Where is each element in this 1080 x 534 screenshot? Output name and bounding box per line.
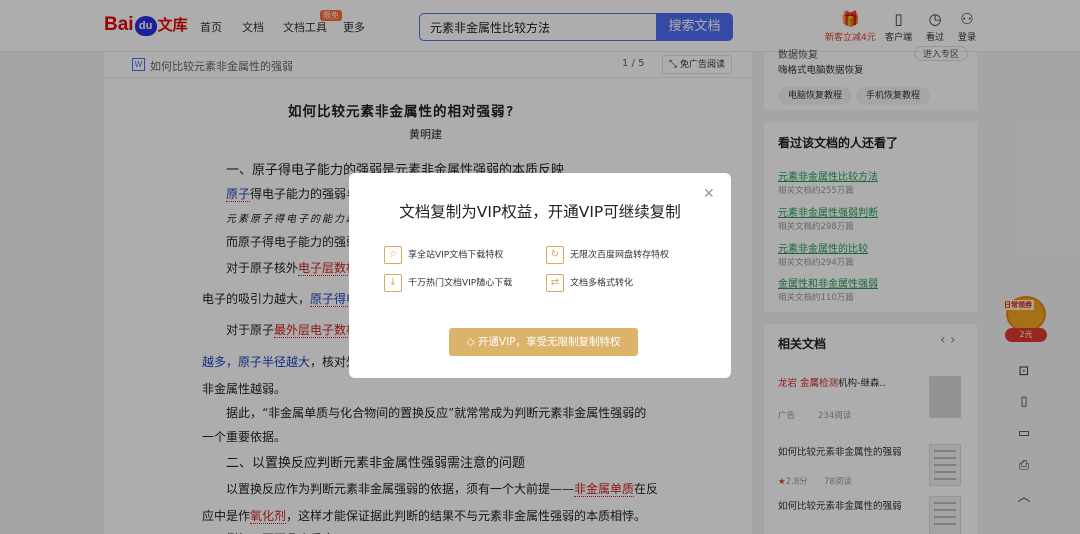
open-vip-button[interactable]: ◇ 开通VIP，享受无限制复制特权 <box>449 328 638 356</box>
perk-icon: ↓ <box>384 274 402 292</box>
modal-title: 文档复制为VIP权益，开通VIP可继续复制 <box>399 203 681 221</box>
perk-item: ☆ 享全站VIP文档下载特权 <box>384 246 503 264</box>
perk-item: ⇄ 文档多格式转化 <box>546 274 633 292</box>
perk-icon: ↻ <box>546 246 564 264</box>
perk-icon: ⇄ <box>546 274 564 292</box>
diamond-icon: ◇ <box>466 336 478 348</box>
vip-copy-modal: ✕ 文档复制为VIP权益，开通VIP可继续复制 ☆ 享全站VIP文档下载特权 ↻ 无… <box>349 173 731 378</box>
perk-icon: ☆ <box>384 246 402 264</box>
perk-item: ↓ 千万热门文档VIP随心下载 <box>384 274 512 292</box>
perk-item: ↻ 无限次百度网盘转存特权 <box>546 246 669 264</box>
